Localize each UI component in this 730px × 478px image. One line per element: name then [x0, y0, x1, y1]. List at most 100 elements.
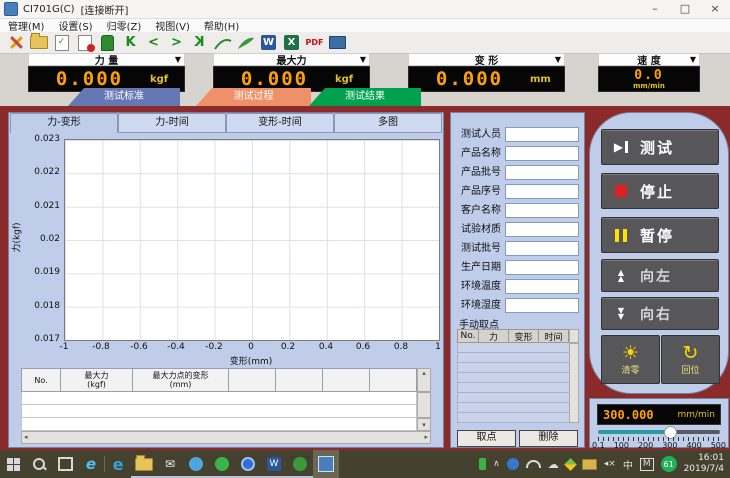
max-force-unit: kgf: [335, 74, 369, 85]
start-button[interactable]: [0, 450, 26, 478]
taskbar-app-edge[interactable]: e: [105, 450, 131, 478]
tray-folder-icon[interactable]: [582, 459, 597, 470]
test-button[interactable]: ▶ 测试: [601, 129, 719, 165]
speed-slider-track[interactable]: [598, 430, 720, 434]
manual-points-scroll-track[interactable]: [569, 343, 579, 423]
return-button[interactable]: ↻ 回位: [661, 335, 720, 384]
dropdown-icon[interactable]: ▼: [690, 55, 696, 64]
open-folder-icon[interactable]: [27, 33, 50, 52]
chart-tab-force-time[interactable]: 力-时间: [118, 113, 226, 133]
ime-mode-indicator[interactable]: M: [640, 458, 654, 471]
material-field[interactable]: [505, 222, 579, 237]
production-date-field[interactable]: [505, 260, 579, 275]
delete-point-button[interactable]: 删除: [519, 430, 578, 447]
ime-language-indicator[interactable]: 中: [623, 457, 633, 472]
clock-date: 2019/7/4: [684, 464, 724, 475]
delete-record-icon[interactable]: [96, 33, 119, 52]
export-pdf-icon[interactable]: PDF: [303, 33, 326, 52]
clock[interactable]: 16:01 2019/7/4: [684, 453, 724, 475]
field-label-customer: 客户名称: [453, 203, 501, 218]
x-tick: 0.8: [386, 342, 416, 352]
field-label-material: 试验材质: [453, 222, 501, 237]
taskbar-app-ie[interactable]: e: [78, 450, 104, 478]
horizontal-scrollbar[interactable]: ◂ ▸: [21, 431, 431, 444]
scroll-left-icon[interactable]: ◂: [22, 432, 28, 443]
export-word-icon[interactable]: W: [257, 33, 280, 52]
menu-manage[interactable]: 管理(M): [8, 18, 44, 33]
y-tick: 0.02: [21, 234, 60, 244]
previous-record-icon[interactable]: <: [142, 33, 165, 52]
tab-test-standard[interactable]: 测试标准: [68, 88, 180, 106]
speed-setpoint-value: 300.000: [598, 408, 677, 422]
taskbar-app-ci701g[interactable]: [313, 450, 339, 478]
curve-icon[interactable]: [211, 33, 234, 52]
task-view-button[interactable]: [52, 450, 78, 478]
smooth-curve-icon[interactable]: [234, 33, 257, 52]
humidity-field[interactable]: [505, 298, 579, 313]
dropdown-icon[interactable]: ▼: [175, 55, 181, 64]
product-serial-field[interactable]: [505, 184, 579, 199]
test-batch-field[interactable]: [505, 241, 579, 256]
taskbar-app-wechat[interactable]: [209, 450, 235, 478]
volume-muted-icon[interactable]: ◂×: [604, 459, 616, 469]
tools-icon[interactable]: [4, 33, 27, 52]
menu-view[interactable]: 视图(V): [155, 18, 190, 33]
move-right-button[interactable]: ▼▼ 向右: [601, 297, 719, 330]
taskbar-app-mail[interactable]: ✉: [157, 450, 183, 478]
customer-field[interactable]: [505, 203, 579, 218]
wifi-icon[interactable]: [526, 460, 541, 468]
dropdown-icon[interactable]: ▼: [555, 55, 561, 64]
move-left-button[interactable]: ▲▲ 向左: [601, 259, 719, 292]
cloud-icon[interactable]: ☁: [548, 458, 559, 471]
report-icon[interactable]: [73, 33, 96, 52]
notification-badge[interactable]: 61: [661, 456, 677, 472]
chart-tab-multi[interactable]: 多图: [334, 113, 442, 133]
deformation-unit: mm: [530, 74, 564, 85]
network-globe-icon[interactable]: [507, 458, 519, 470]
taskbar-app-explorer[interactable]: [131, 450, 157, 478]
taskbar-app-green[interactable]: [287, 450, 313, 478]
taskbar-app-word[interactable]: W: [261, 450, 287, 478]
tab-test-process[interactable]: 测试过程: [196, 88, 311, 106]
taskbar-app-media[interactable]: [235, 450, 261, 478]
scroll-right-icon[interactable]: ▸: [424, 432, 430, 443]
antivirus-shield-icon[interactable]: [564, 458, 577, 471]
scroll-down-icon[interactable]: ▾: [417, 418, 431, 431]
deformation-display: 变 形 ▼ 0.000 mm: [408, 53, 565, 92]
product-batch-field[interactable]: [505, 165, 579, 180]
pick-point-button[interactable]: 取点: [457, 430, 516, 447]
product-name-field[interactable]: [505, 146, 579, 161]
export-excel-icon[interactable]: X: [280, 33, 303, 52]
zero-button[interactable]: ☀ 清零: [601, 335, 660, 384]
last-record-icon[interactable]: K: [188, 33, 211, 52]
minimize-button[interactable]: –: [640, 0, 670, 18]
menu-settings[interactable]: 设置(S): [58, 18, 92, 33]
temperature-field[interactable]: [505, 279, 579, 294]
maximize-button[interactable]: □: [670, 0, 700, 18]
deformation-label: 变 形: [475, 52, 498, 67]
menu-help[interactable]: 帮助(H): [204, 18, 239, 33]
first-record-icon[interactable]: K: [119, 33, 142, 52]
chart-tab-deformation-time[interactable]: 变形-时间: [226, 113, 334, 133]
taskbar-app-blue[interactable]: [183, 450, 209, 478]
usb-device-icon[interactable]: [479, 458, 486, 470]
table-row: [21, 405, 417, 418]
scroll-up-icon[interactable]: ▴: [417, 368, 431, 392]
next-record-icon[interactable]: >: [165, 33, 188, 52]
vertical-scrollbar[interactable]: [417, 392, 431, 418]
tester-field[interactable]: [505, 127, 579, 142]
search-button[interactable]: [26, 450, 52, 478]
menu-zero[interactable]: 归零(Z): [107, 18, 142, 33]
save-icon[interactable]: ✓: [50, 33, 73, 52]
dropdown-icon[interactable]: ▼: [360, 55, 366, 64]
manual-points-scrollbar[interactable]: [569, 329, 579, 343]
pause-button[interactable]: 暂停: [601, 217, 719, 253]
stop-button[interactable]: 停止: [601, 173, 719, 209]
edge-icon: e: [113, 455, 124, 474]
deformation-value: 0.000: [409, 68, 530, 90]
tray-expand-icon[interactable]: ∧: [493, 459, 500, 469]
chart-tab-force-deformation[interactable]: 力-变形: [10, 113, 118, 133]
remote-monitor-icon[interactable]: [326, 33, 349, 52]
close-button[interactable]: ×: [700, 0, 730, 18]
tab-test-result[interactable]: 测试结果: [309, 88, 421, 106]
